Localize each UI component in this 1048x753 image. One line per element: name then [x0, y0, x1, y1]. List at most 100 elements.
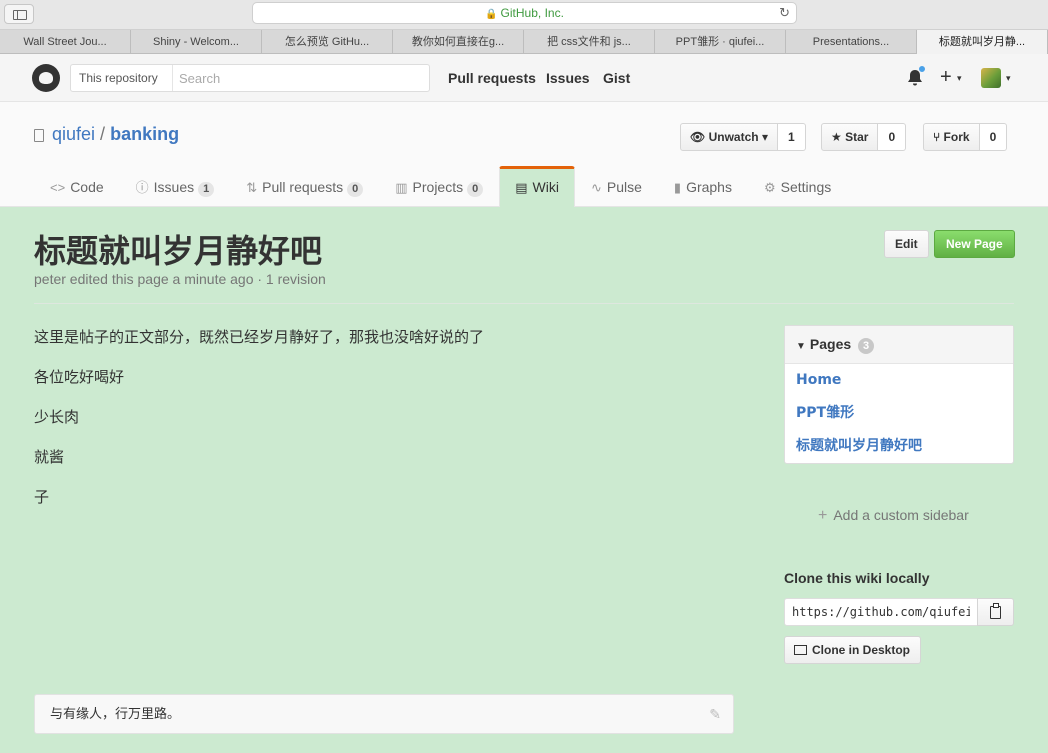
- body-paragraph: 各位吃好喝好: [34, 368, 125, 386]
- nav-gist[interactable]: Gist: [603, 70, 630, 86]
- browser-tab-active[interactable]: 标题就叫岁月静...: [917, 30, 1048, 54]
- tab-projects[interactable]: ▥ Projects 0: [379, 166, 499, 207]
- search-scope-label: This repository: [71, 65, 173, 91]
- unwatch-button[interactable]: 👁 Unwatch ▾: [680, 123, 778, 151]
- pages-toggle[interactable]: ▼ Pages 3: [785, 326, 1013, 364]
- browser-tab[interactable]: PPT雏形 · qiufei...: [655, 30, 786, 54]
- tab-projects-label: Projects: [412, 179, 464, 195]
- issue-icon: ⓘ: [135, 180, 149, 195]
- page-link-current[interactable]: 标题就叫岁月静好吧: [796, 430, 1013, 463]
- create-new-icon[interactable]: +: [940, 66, 952, 89]
- browser-tab[interactable]: 教你如何直接在g...: [393, 30, 524, 54]
- clone-url-box: [784, 598, 1014, 626]
- copy-url-button[interactable]: [977, 598, 1014, 626]
- new-page-button[interactable]: New Page: [934, 230, 1015, 258]
- browser-tab[interactable]: 怎么预览 GitHu...: [262, 30, 393, 54]
- page-link-home[interactable]: Home: [796, 364, 1013, 397]
- eye-icon: 👁: [690, 130, 706, 144]
- site-header: This repository Pull requests Issues Gis…: [0, 54, 1048, 102]
- tab-code-label: Code: [70, 179, 104, 195]
- repo-header: qiufei / banking 👁 Unwatch ▾ 1 ★ Star 0 …: [0, 102, 1048, 207]
- browser-tab[interactable]: 把 css文件和 js...: [524, 30, 655, 54]
- triangle-down-icon: ▼: [796, 341, 806, 352]
- browser-tab[interactable]: Wall Street Jou...: [0, 30, 131, 54]
- footer-text: 与有缘人，行万里路。: [50, 707, 181, 722]
- code-icon: <>: [50, 180, 66, 195]
- project-icon: ▥: [395, 180, 408, 195]
- body-paragraph: 这里是帖子的正文部分，既然已经岁月静好了，那我也没啥好说的了: [34, 328, 485, 346]
- tab-wiki[interactable]: ▤ Wiki: [499, 166, 575, 207]
- reload-icon[interactable]: ↻: [779, 3, 790, 23]
- browser-tab[interactable]: Presentations...: [786, 30, 917, 54]
- sidebar-icon: [13, 10, 27, 20]
- pull-request-icon: ⇅: [246, 180, 258, 195]
- issues-counter: 1: [198, 182, 215, 197]
- wiki-body: 这里是帖子的正文部分，既然已经岁月静好了，那我也没啥好说的了 各位吃好喝好 少长…: [34, 327, 734, 527]
- repo-separator: /: [100, 124, 106, 144]
- gear-icon: ⚙: [763, 180, 776, 195]
- clone-title: Clone this wiki locally: [784, 570, 930, 586]
- search-input[interactable]: [179, 69, 419, 87]
- pages-panel: ▼ Pages 3 Home PPT雏形 标题就叫岁月静好吧: [784, 325, 1014, 464]
- tab-pull-requests[interactable]: ⇅ Pull requests 0: [230, 166, 379, 207]
- pages-counter: 3: [858, 338, 875, 354]
- repo-nav: <> Code ⓘ Issues 1 ⇅ Pull requests 0 ▥ Project…: [34, 166, 847, 207]
- pages-label: Pages: [809, 336, 852, 352]
- tab-code[interactable]: <> Code: [34, 166, 120, 207]
- pull-requests-counter: 0: [347, 182, 364, 197]
- tab-wiki-label: Wiki: [532, 179, 559, 195]
- tab-settings[interactable]: ⚙ Settings: [748, 166, 847, 207]
- nav-pull-requests[interactable]: Pull requests: [448, 70, 536, 86]
- url-text: GitHub, Inc.: [500, 6, 564, 20]
- stars-count[interactable]: 0: [878, 123, 907, 151]
- plus-icon: +: [818, 507, 828, 524]
- body-paragraph: 子: [34, 488, 50, 506]
- revision-meta[interactable]: peter edited this page a minute ago · 1 …: [34, 271, 326, 287]
- unwatch-label: Unwatch: [708, 130, 759, 144]
- browser-tab[interactable]: Shiny - Welcom...: [131, 30, 262, 54]
- repo-icon: [34, 129, 44, 142]
- clone-in-desktop-label: Clone in Desktop: [812, 643, 911, 657]
- clone-url-input[interactable]: [784, 598, 978, 626]
- forks-count[interactable]: 0: [979, 123, 1008, 151]
- repo-owner-link[interactable]: qiufei: [52, 124, 95, 144]
- repo-name-link[interactable]: banking: [110, 124, 179, 144]
- page-link-ppt[interactable]: PPT雏形: [796, 397, 1013, 430]
- tab-pulse-label: Pulse: [606, 179, 642, 195]
- tab-pulse[interactable]: ∿ Pulse: [575, 166, 658, 207]
- tab-settings-label: Settings: [780, 179, 832, 195]
- divider: [34, 303, 1014, 304]
- book-icon: ▤: [515, 180, 528, 195]
- address-bar[interactable]: 🔒 GitHub, Inc. ↻: [252, 2, 797, 24]
- tab-issues[interactable]: ⓘ Issues 1: [120, 166, 231, 207]
- clone-in-desktop-button[interactable]: Clone in Desktop: [784, 636, 922, 664]
- lock-icon: 🔒: [485, 9, 498, 20]
- fork-icon: ⑂: [933, 130, 941, 144]
- avatar[interactable]: [981, 68, 1001, 88]
- watch-group: 👁 Unwatch ▾ 1: [680, 123, 806, 151]
- pencil-icon[interactable]: ✎: [709, 695, 721, 735]
- tab-pull-requests-label: Pull requests: [262, 179, 344, 195]
- tab-graphs-label: Graphs: [686, 179, 732, 195]
- star-button[interactable]: ★ Star: [821, 123, 879, 151]
- watchers-count[interactable]: 1: [777, 123, 806, 151]
- add-custom-sidebar-link[interactable]: + Add a custom sidebar: [818, 507, 969, 525]
- chevron-down-icon: ▾: [1006, 73, 1011, 83]
- chevron-down-icon: ▾: [761, 130, 768, 144]
- sidebar-toggle-button[interactable]: [4, 4, 34, 24]
- body-paragraph: 少长肉: [34, 408, 80, 426]
- add-custom-sidebar-label: Add a custom sidebar: [833, 507, 969, 523]
- fork-button[interactable]: ⑂ Fork: [923, 123, 980, 151]
- nav-issues[interactable]: Issues: [546, 70, 590, 86]
- unread-indicator: [918, 65, 926, 73]
- clipboard-icon: [990, 603, 1001, 619]
- browser-tab-bar: Wall Street Jou... Shiny - Welcom... 怎么预…: [0, 30, 1048, 54]
- star-label: Star: [845, 130, 869, 144]
- notifications-bell-icon[interactable]: [906, 65, 926, 87]
- tab-graphs[interactable]: ▮ Graphs: [658, 166, 748, 207]
- search-box: This repository: [70, 64, 430, 92]
- page-title: 标题就叫岁月静好吧: [34, 232, 323, 270]
- pulse-icon: ∿: [590, 180, 602, 195]
- edit-button[interactable]: Edit: [884, 230, 929, 258]
- github-logo-icon[interactable]: [32, 64, 60, 92]
